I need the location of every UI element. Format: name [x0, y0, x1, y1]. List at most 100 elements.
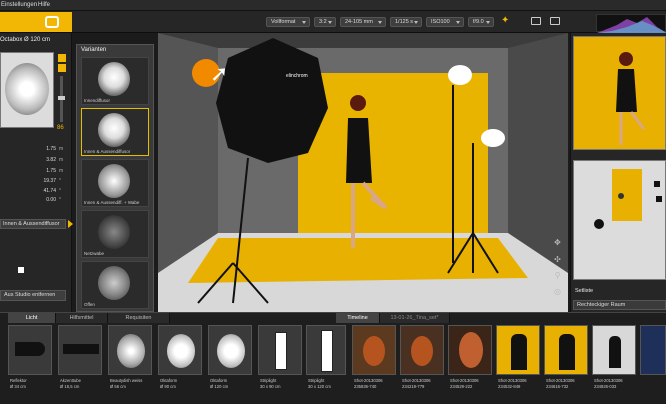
- tab-timeline[interactable]: Timeline: [336, 313, 380, 323]
- open-octabox-icon: [98, 266, 130, 300]
- equipment-item[interactable]: [208, 325, 252, 375]
- app-logo: [0, 12, 72, 32]
- equipment-size: 30 x 90 cm: [260, 384, 281, 389]
- equipment-name: Akzenttube: [60, 378, 81, 383]
- tab-light-label[interactable]: Licht: [8, 313, 56, 323]
- camera-frame-icon: [45, 16, 59, 28]
- pos-y-unit: m: [59, 157, 64, 163]
- light-title: Octabox Ø 120 cm: [0, 37, 51, 43]
- shot-id: 234616-732: [546, 384, 569, 389]
- power-slider[interactable]: [58, 76, 65, 122]
- remove-from-studio-button[interactable]: Aus Studio entfernen: [0, 290, 66, 301]
- rot-y-unit: °: [59, 188, 61, 194]
- shot-thumbnail[interactable]: [496, 325, 540, 375]
- shot-name: Shot-20130306: [354, 378, 383, 383]
- variant-item[interactable]: Innen & Aussendiff. + Wabe: [81, 159, 149, 207]
- shutter-select[interactable]: 1/125 s: [390, 17, 422, 27]
- variant-item[interactable]: Offen: [81, 261, 149, 309]
- menu-settings[interactable]: Einstellungen: [1, 2, 37, 8]
- equipment-name: Striplight: [260, 378, 277, 383]
- rot-z-value[interactable]: 0.00: [26, 197, 56, 203]
- shot-thumbnail[interactable]: [544, 325, 588, 375]
- variant-arrow-icon[interactable]: [68, 220, 73, 228]
- shot-thumbnail[interactable]: [400, 325, 444, 375]
- equipment-name: Reflektor: [10, 378, 27, 383]
- pos-y-value[interactable]: 3.82: [26, 157, 56, 163]
- menu-bar: Einstellungen Hilfe: [0, 0, 666, 11]
- softbox-icon: [98, 62, 130, 96]
- variants-panel: Varianten Innendiffusor Innen & Aussendi…: [76, 44, 154, 312]
- ratio-select[interactable]: 3:2: [314, 17, 336, 27]
- shot-name: Shot-20130306: [450, 378, 479, 383]
- equipment-item[interactable]: [306, 325, 346, 375]
- shot-name: Shot-20130306: [498, 378, 527, 383]
- zoom-icon[interactable]: ⚲: [553, 271, 562, 280]
- shot-id: 234826-033: [594, 384, 617, 389]
- format-select[interactable]: Vollformat: [266, 17, 310, 27]
- lens-select[interactable]: 24-105 mm: [340, 17, 386, 27]
- rot-y-value[interactable]: 41.74: [26, 188, 56, 194]
- set-list-title: Setliste: [575, 288, 594, 294]
- color-icon[interactable]: [58, 64, 66, 72]
- aperture-select[interactable]: f/9.0: [468, 17, 494, 27]
- pos-z-unit: m: [59, 168, 64, 174]
- shot-thumbnail[interactable]: [448, 325, 492, 375]
- snapshot-icon[interactable]: [550, 17, 560, 25]
- reset-view-icon[interactable]: ◎: [553, 287, 562, 296]
- tab-props[interactable]: Requisiten: [108, 313, 170, 323]
- shot-thumbnail[interactable]: [640, 325, 666, 375]
- shot-thumbnail[interactable]: [592, 325, 636, 375]
- pos-x-value[interactable]: 1.75: [26, 146, 56, 152]
- variant-item[interactable]: Innendiffusor: [81, 57, 149, 105]
- equipment-name: Oktaform: [210, 378, 228, 383]
- color-swatch[interactable]: [18, 267, 24, 273]
- camera-preview[interactable]: [573, 36, 666, 150]
- equipment-name: Oktaform: [160, 378, 178, 383]
- pos-x-unit: m: [59, 146, 64, 152]
- equipment-name: Beautydish weiss: [110, 378, 143, 383]
- shot-id: 235836-740: [354, 384, 377, 389]
- camera-icon[interactable]: [531, 17, 541, 25]
- timeline-name: 13-01-26_Tina_set*: [380, 313, 450, 323]
- equipment-size: Ø 16,5 cm: [60, 384, 80, 389]
- light-preview: [0, 52, 54, 128]
- equipment-size: Ø 56 cm: [110, 384, 126, 389]
- shot-id: 234532-849: [498, 384, 521, 389]
- equipment-item[interactable]: [58, 325, 102, 375]
- menu-help[interactable]: Hilfe: [38, 2, 50, 8]
- add-light-icon[interactable]: ✦: [501, 15, 509, 26]
- equipment-item[interactable]: [108, 325, 152, 375]
- iso-select[interactable]: ISO100: [426, 17, 464, 27]
- shot-thumbnail[interactable]: [352, 325, 396, 375]
- move-icon[interactable]: ✥: [553, 238, 562, 247]
- power-value: 86: [57, 125, 64, 131]
- equipment-item[interactable]: [158, 325, 202, 375]
- octabox-icon: [5, 63, 49, 115]
- pos-z-value[interactable]: 1.75: [26, 168, 56, 174]
- lock-icon[interactable]: [58, 54, 66, 62]
- shot-id: 234529-222: [450, 384, 473, 389]
- rot-x-value[interactable]: 19.37: [26, 178, 56, 184]
- equipment-size: Ø 34 cm: [10, 384, 26, 389]
- equipment-item[interactable]: [258, 325, 302, 375]
- brand-logo: elinchrom: [286, 73, 308, 79]
- shot-id: 234219-779: [402, 384, 425, 389]
- tab-tools[interactable]: Hilfsmittel: [56, 313, 108, 323]
- equipment-name: Striplight: [308, 378, 325, 383]
- variant-item[interactable]: Innen & Aussendiffusor: [81, 108, 149, 156]
- softbox-icon: [98, 113, 130, 147]
- variant-item[interactable]: Netzwabe: [81, 210, 149, 258]
- equipment-item[interactable]: [8, 325, 52, 375]
- top-view-map[interactable]: [573, 160, 666, 280]
- room-select[interactable]: Rechteckiger Raum: [573, 300, 666, 310]
- variant-select[interactable]: Innen & Aussendiffusor: [0, 219, 66, 229]
- equipment-size: 30 x 120 cm: [308, 384, 331, 389]
- rot-x-unit: °: [59, 178, 61, 184]
- studio-viewport[interactable]: elinchrom ➚ ✥ ✣ ⚲ ◎: [158, 33, 568, 312]
- rotate-icon[interactable]: ✣: [553, 255, 562, 264]
- equipment-size: Ø 90 cm: [160, 384, 176, 389]
- cursor-icon: ➚: [210, 61, 229, 86]
- rot-z-unit: °: [59, 197, 61, 203]
- grid-icon: [98, 215, 130, 249]
- shot-name: Shot-20130306: [402, 378, 431, 383]
